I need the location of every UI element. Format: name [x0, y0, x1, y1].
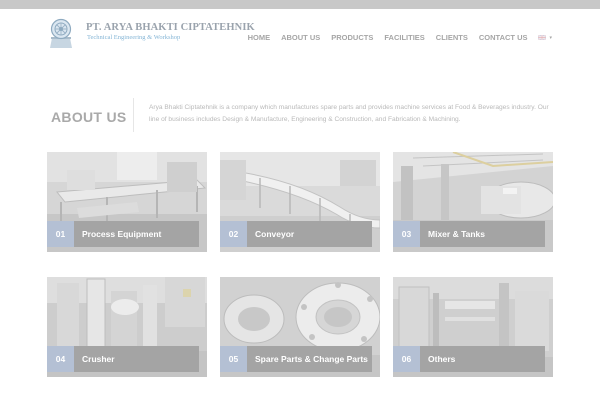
- about-us-heading: ABOUT US: [51, 109, 127, 125]
- card-title[interactable]: Spare Parts & Change Parts: [255, 346, 368, 372]
- nav-facilities[interactable]: FACILITIES: [384, 33, 424, 42]
- language-selector[interactable]: ▾: [538, 35, 552, 41]
- nav-home[interactable]: HOME: [248, 33, 271, 42]
- nav-about-us[interactable]: ABOUT US: [281, 33, 320, 42]
- card-number: 05: [220, 346, 247, 372]
- card-conveyor[interactable]: 02 Conveyor: [220, 152, 380, 252]
- card-number: 06: [393, 346, 420, 372]
- card-mixer-tanks[interactable]: 03 Mixer & Tanks: [393, 152, 553, 252]
- uk-flag-icon: [538, 35, 547, 40]
- card-label: 05 Spare Parts & Change Parts: [220, 346, 372, 372]
- company-logo-icon[interactable]: [48, 18, 74, 50]
- company-tagline: Technical Engineering & Workshop: [87, 34, 181, 41]
- about-divider: [133, 98, 134, 132]
- nav-products[interactable]: PRODUCTS: [331, 33, 373, 42]
- about-us-text: Arya Bhakti Ciptatehnik is a company whi…: [149, 104, 549, 123]
- card-label: 01 Process Equipment: [47, 221, 199, 247]
- card-title[interactable]: Process Equipment: [82, 221, 161, 247]
- card-process-equipment[interactable]: 01 Process Equipment: [47, 152, 207, 252]
- card-title[interactable]: Crusher: [82, 346, 115, 372]
- card-number: 03: [393, 221, 420, 247]
- card-number: 01: [47, 221, 74, 247]
- main-nav: HOME ABOUT US PRODUCTS FACILITIES CLIENT…: [248, 33, 552, 42]
- chevron-down-icon: ▾: [549, 34, 552, 41]
- card-label: 04 Crusher: [47, 346, 199, 372]
- card-title[interactable]: Conveyor: [255, 221, 294, 247]
- card-title[interactable]: Others: [428, 346, 455, 372]
- card-title[interactable]: Mixer & Tanks: [428, 221, 485, 247]
- card-crusher[interactable]: 04 Crusher: [47, 277, 207, 377]
- card-number: 02: [220, 221, 247, 247]
- card-number: 04: [47, 346, 74, 372]
- card-others[interactable]: 06 Others: [393, 277, 553, 377]
- card-label: 02 Conveyor: [220, 221, 372, 247]
- nav-clients[interactable]: CLIENTS: [436, 33, 468, 42]
- site-header: PT. ARYA BHAKTI CIPTATEHNIK Technical En…: [0, 9, 600, 49]
- card-spare-parts[interactable]: 05 Spare Parts & Change Parts: [220, 277, 380, 377]
- card-label: 03 Mixer & Tanks: [393, 221, 545, 247]
- company-name[interactable]: PT. ARYA BHAKTI CIPTATEHNIK: [86, 22, 255, 33]
- top-bar: [0, 0, 600, 9]
- nav-contact-us[interactable]: CONTACT US: [479, 33, 528, 42]
- card-label: 06 Others: [393, 346, 545, 372]
